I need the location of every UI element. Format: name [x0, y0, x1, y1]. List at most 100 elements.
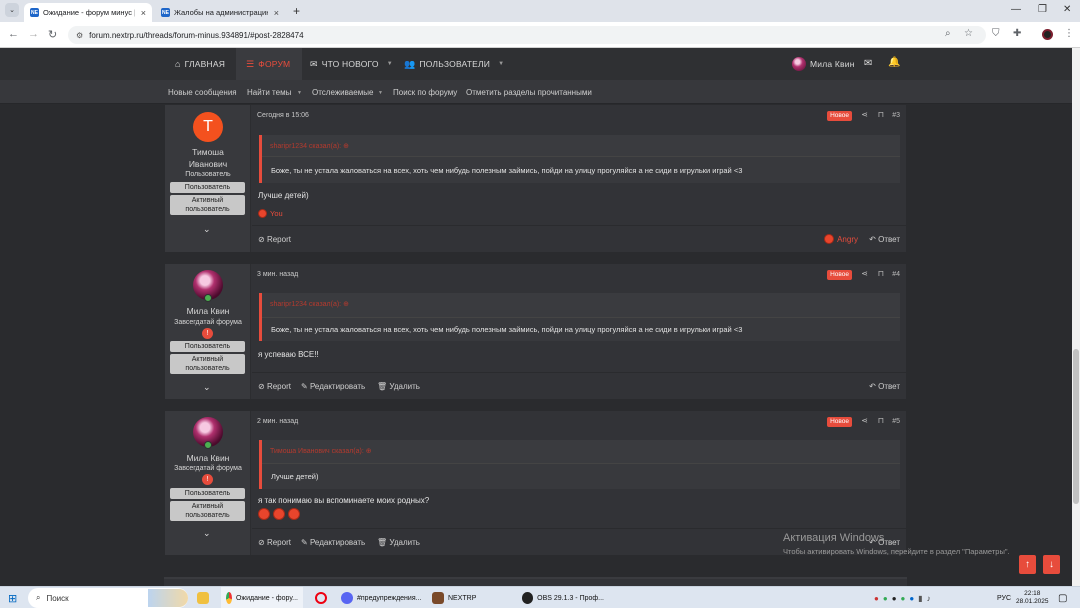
speaker-icon[interactable]: ♪	[927, 594, 935, 603]
discord-icon	[341, 592, 353, 604]
minimize-icon[interactable]: —	[1011, 4, 1021, 15]
subnav-mark-read[interactable]: Отметить разделы прочитанными	[466, 88, 592, 97]
chevron-down-icon[interactable]: ⌄	[203, 528, 211, 539]
subnav-find-threads[interactable]: Найти темы	[247, 88, 291, 97]
extensions-icon[interactable]: ✚	[1013, 28, 1021, 39]
page-scrollbar[interactable]	[1072, 48, 1080, 586]
chevron-down-icon[interactable]: ⌄	[203, 224, 211, 235]
language-indicator[interactable]: РУС	[997, 587, 1011, 608]
tray-app-icon[interactable]: ●	[883, 594, 892, 603]
tab-search-button[interactable]: ⌄	[5, 3, 19, 17]
report-button[interactable]: ⊘ Report	[258, 382, 291, 391]
new-tab-button[interactable]: +	[293, 4, 300, 18]
user-badge: Активный пользователь	[170, 501, 245, 521]
reply-button[interactable]: ↶ Ответ	[869, 235, 900, 244]
zoom-icon[interactable]: ⌕	[945, 28, 951, 39]
opera-icon[interactable]	[315, 587, 331, 608]
taskbar-app[interactable]: OBS 29.1.3 - Проф...	[522, 587, 604, 608]
subnav-new-posts[interactable]: Новые сообщения	[168, 88, 237, 97]
share-icon[interactable]: ⋖	[861, 416, 868, 425]
scrollbar-thumb[interactable]	[1073, 349, 1079, 504]
post-author-name[interactable]: Тимоша Иванович	[165, 146, 251, 170]
bookmark-icon[interactable]: ⊓	[878, 110, 884, 119]
nav-user-account[interactable]: Мила Квин	[792, 48, 855, 80]
chevron-down-icon[interactable]: ▼	[378, 90, 383, 96]
close-window-icon[interactable]: ✕	[1063, 4, 1071, 15]
post-number[interactable]: #4	[892, 271, 900, 278]
post-author-name[interactable]: Мила Квин	[165, 452, 251, 464]
taskbar-app[interactable]: #предупреждения...	[341, 587, 423, 608]
delete-button[interactable]: 🗑 Удалить	[377, 538, 420, 547]
quote-header[interactable]: sharipr1234 сказал(а): ⊕	[270, 142, 349, 150]
share-icon[interactable]: ⋖	[861, 110, 868, 119]
post-author-name[interactable]: Мила Квин	[165, 305, 251, 317]
angry-reaction-button[interactable]: Angry	[824, 234, 858, 244]
url-field[interactable]: ⚙ forum.nextrp.ru/threads/forum-minus.93…	[68, 26, 986, 44]
tray-app-icon[interactable]: ▮	[918, 594, 926, 603]
clock[interactable]: 22:18 28.01.2025	[1016, 587, 1049, 608]
back-icon[interactable]: ←	[8, 28, 19, 40]
post-date[interactable]: 3 мин. назад	[257, 271, 298, 278]
delete-button[interactable]: 🗑 Удалить	[377, 382, 420, 391]
chevron-down-icon[interactable]: ▼	[498, 61, 504, 67]
chevron-down-icon[interactable]: ▼	[297, 90, 302, 96]
edit-button[interactable]: ✎ Редактировать	[301, 538, 365, 547]
edit-label: Редактировать	[309, 382, 366, 391]
edit-button[interactable]: ✎ Редактировать	[301, 382, 365, 391]
reactions-bar[interactable]: You	[258, 209, 283, 218]
tray-app-icon[interactable]: ●	[892, 594, 901, 603]
tray-app-icon[interactable]: ●	[909, 594, 918, 603]
bookmark-icon[interactable]: ⊓	[878, 269, 884, 278]
subnav-watched[interactable]: Отслеживаемые	[312, 88, 373, 97]
shield-icon[interactable]: ⛉	[992, 28, 1000, 39]
bookmark-star-icon[interactable]: ☆	[964, 28, 973, 39]
nav-forum[interactable]: ☰ ФОРУМ	[236, 48, 303, 80]
quote-header[interactable]: Тимоша Иванович сказал(а): ⊕	[270, 447, 372, 455]
menu-icon[interactable]: ⋮	[1064, 28, 1074, 39]
start-button[interactable]: ⊞	[8, 587, 17, 608]
taskbar-app[interactable]: NEXTRP	[432, 587, 512, 608]
report-button[interactable]: ⊘ Report	[258, 235, 291, 244]
report-button[interactable]: ⊘ Report	[258, 538, 291, 547]
file-explorer-icon[interactable]	[197, 587, 213, 608]
taskbar-app-label: #предупреждения...	[357, 594, 422, 602]
tab-complaints[interactable]: NE Жалобы на администрацию с ×	[155, 3, 285, 22]
angry-emoji-icon	[824, 234, 835, 244]
notifications-icon[interactable]: ▢	[1058, 587, 1067, 608]
inbox-icon[interactable]: ✉	[864, 58, 872, 69]
nav-users[interactable]: 👥 ПОЛЬЗОВАТЕЛИ ▼	[404, 48, 504, 80]
user-badge: Активный пользователь	[170, 354, 245, 374]
tray-app-icon[interactable]: ●	[874, 594, 883, 603]
scroll-top-button[interactable]: ↑	[1019, 555, 1036, 574]
quote-header[interactable]: sharipr1234 сказал(а): ⊕	[270, 300, 349, 308]
share-icon[interactable]: ⋖	[861, 269, 868, 278]
taskbar-search-box[interactable]: ⌕ Поиск	[28, 588, 188, 608]
nav-home[interactable]: ⌂ ГЛАВНАЯ	[175, 48, 225, 80]
chevron-down-icon[interactable]: ▼	[387, 61, 393, 67]
chevron-down-icon[interactable]: ⌄	[203, 382, 211, 393]
tab-waiting[interactable]: NE Ожидание - форум минус | NE ×	[24, 3, 152, 22]
nav-whats-new[interactable]: ✉ ЧТО НОВОГО ▼	[310, 48, 393, 80]
site-settings-icon[interactable]: ⚙	[76, 31, 83, 40]
avatar[interactable]: T	[193, 112, 223, 142]
reload-icon[interactable]: ↻	[48, 28, 57, 41]
scroll-bottom-button[interactable]: ↓	[1043, 555, 1060, 574]
post-number[interactable]: #5	[892, 418, 900, 425]
post-date[interactable]: 2 мин. назад	[257, 418, 298, 425]
tray-icons[interactable]: ● ● ● ● ● ▮ ♪	[874, 587, 935, 608]
forward-icon[interactable]: →	[28, 28, 39, 40]
tray-app-icon[interactable]: ●	[901, 594, 910, 603]
subnav-search-forums[interactable]: Поиск по форуму	[393, 88, 457, 97]
reply-button[interactable]: ↶ Ответ	[869, 382, 900, 391]
user-badge: Пользователь	[170, 182, 245, 193]
close-icon[interactable]: ×	[135, 8, 146, 18]
profile-avatar[interactable]	[1042, 29, 1053, 40]
tab-label: Жалобы на администрацию с	[174, 8, 268, 17]
restore-icon[interactable]: ❐	[1038, 4, 1047, 15]
bookmark-icon[interactable]: ⊓	[878, 416, 884, 425]
post-number[interactable]: #3	[892, 112, 900, 119]
bell-icon[interactable]: 🔔	[888, 57, 900, 68]
post-date[interactable]: Сегодня в 15:06	[257, 112, 309, 119]
taskbar-app[interactable]: Ожидание - фору...	[221, 587, 303, 608]
close-icon[interactable]: ×	[268, 8, 279, 18]
